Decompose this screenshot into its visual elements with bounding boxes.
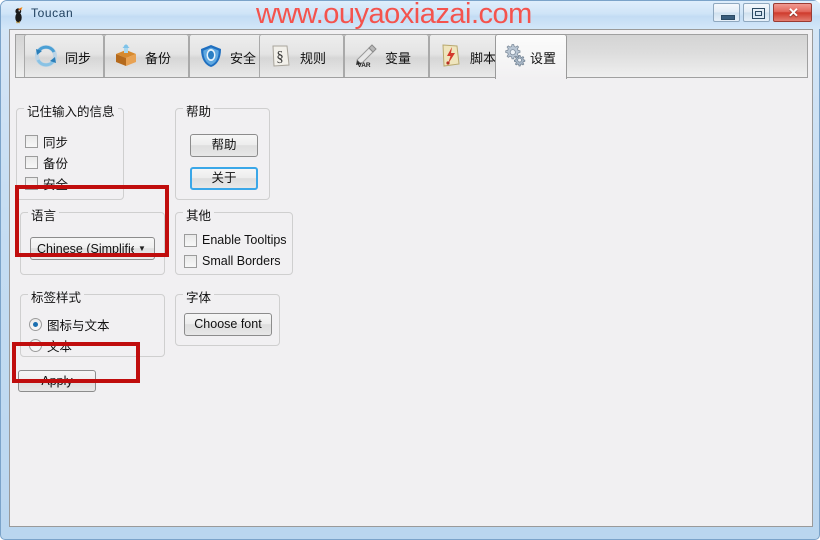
checkbox-box [25, 156, 38, 169]
svg-text:§: § [276, 49, 284, 65]
tab-backup[interactable]: 备份 [104, 34, 189, 77]
tab-label: 备份 [145, 51, 172, 66]
maximize-button[interactable] [743, 3, 770, 22]
app-window: Toucan www.ouyaoxiazai.com ✕ 同步 备份 安全 § … [0, 0, 820, 540]
maximize-icon [752, 8, 765, 19]
group-title: 语言 [28, 205, 60, 224]
tab-label: 设置 [530, 51, 557, 66]
tab-sync[interactable]: 同步 [24, 34, 104, 77]
group-language: 语言 Chinese (Simplified ▼ [20, 205, 165, 275]
group-title: 其他 [183, 205, 215, 224]
chevron-down-icon: ▼ [138, 244, 146, 253]
radio-box [29, 318, 42, 331]
checkbox-label: Enable Tooltips [202, 233, 287, 247]
checkbox-box [184, 233, 197, 247]
window-title: Toucan [31, 6, 74, 20]
checkbox-remember-security[interactable]: 安全 [25, 174, 68, 193]
group-label-style: 标签样式 图标与文本 文本 [20, 287, 165, 357]
choose-font-button[interactable]: Choose font [184, 313, 272, 336]
radio-label: 图标与文本 [47, 319, 110, 333]
radio-box [29, 339, 42, 352]
about-button[interactable]: 关于 [190, 167, 258, 190]
site-watermark: www.ouyaoxiazai.com [256, 1, 532, 29]
radio-icons-and-text[interactable]: 图标与文本 [29, 315, 110, 334]
shield-icon [201, 45, 221, 67]
checkbox-remember-sync[interactable]: 同步 [25, 132, 68, 151]
checkbox-label: 安全 [43, 178, 69, 192]
script-icon [442, 44, 460, 67]
tab-strip: 同步 备份 安全 § 规则 VAR 变量 脚本 设置 [15, 34, 808, 79]
group-other: 其他 Enable Tooltips Small Borders [175, 205, 293, 275]
radio-label: 文本 [47, 340, 73, 354]
group-remember-input: 记住输入的信息 同步 备份 安全 [16, 101, 124, 200]
tab-label: 脚本 [470, 51, 497, 66]
group-help: 帮助 帮助 关于 [175, 101, 270, 200]
checkbox-box [25, 177, 38, 190]
checkbox-remember-backup[interactable]: 备份 [25, 153, 68, 172]
tab-rules[interactable]: § 规则 [259, 34, 344, 77]
language-select[interactable]: Chinese (Simplified ▼ [30, 237, 155, 260]
close-button[interactable]: ✕ [773, 3, 812, 22]
checkbox-small-borders[interactable]: Small Borders [184, 254, 281, 268]
group-title: 帮助 [183, 101, 215, 120]
tab-settings[interactable]: 设置 [495, 34, 567, 79]
checkbox-box [25, 135, 38, 148]
svg-text:VAR: VAR [357, 62, 371, 69]
help-button[interactable]: 帮助 [190, 134, 258, 157]
checkbox-label: Small Borders [202, 254, 281, 268]
tab-label: 规则 [300, 51, 327, 66]
tab-label: 安全 [230, 51, 257, 66]
group-font: 字体 Choose font [175, 287, 280, 346]
tab-variables[interactable]: VAR 变量 [344, 34, 429, 77]
group-title: 记住输入的信息 [24, 101, 118, 120]
close-icon: ✕ [788, 5, 799, 20]
tab-label: 变量 [385, 51, 412, 66]
variable-icon: VAR [356, 44, 377, 69]
checkbox-enable-tooltips[interactable]: Enable Tooltips [184, 233, 287, 247]
sync-icon [35, 45, 57, 67]
backup-box-icon [116, 44, 136, 66]
radio-text-only[interactable]: 文本 [29, 336, 72, 355]
checkbox-label: 备份 [43, 157, 69, 171]
minimize-button[interactable] [713, 3, 740, 22]
settings-gears-icon [505, 44, 526, 67]
title-bar: Toucan www.ouyaoxiazai.com ✕ [1, 1, 820, 29]
apply-button[interactable]: Apply [18, 370, 96, 392]
group-title: 字体 [183, 287, 215, 306]
language-select-value: Chinese (Simplified [37, 241, 134, 256]
group-title: 标签样式 [28, 287, 85, 306]
rules-icon: § [272, 45, 290, 67]
tab-label: 同步 [65, 51, 92, 66]
checkbox-box [184, 254, 197, 268]
minimize-icon [721, 15, 735, 20]
checkbox-label: 同步 [43, 136, 69, 150]
toucan-icon [15, 7, 23, 24]
client-area: 同步 备份 安全 § 规则 VAR 变量 脚本 设置 记住输入的信息 同步 备份… [9, 29, 813, 527]
